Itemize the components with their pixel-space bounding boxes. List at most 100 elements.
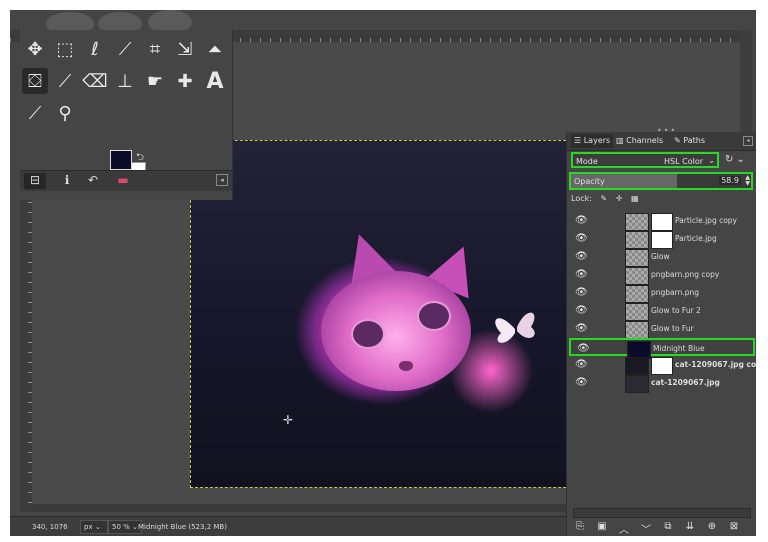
delete-layer-icon[interactable]: ⊠: [725, 521, 743, 532]
toolbox-menu-icon[interactable]: ◂: [216, 174, 228, 186]
duplicate-layer-icon[interactable]: ⧉: [659, 521, 677, 532]
layer-row[interactable]: 👁 cat-1209067.jpg copy: [569, 356, 756, 375]
layer-row[interactable]: 👁 Glow to Fur: [569, 320, 755, 339]
new-layer-group-icon[interactable]: ▣: [593, 521, 611, 532]
layer-thumbnail: [625, 375, 649, 393]
layer-thumbnail: [625, 285, 649, 303]
foreground-color-swatch[interactable]: [110, 150, 132, 170]
new-layer-icon[interactable]: ⎘: [571, 521, 589, 532]
undo-history-tab-icon[interactable]: ↶: [82, 173, 104, 189]
mode-row: Mode HSL Color ⌄ ↻ ⌄: [569, 152, 755, 170]
composite-mode-icon[interactable]: ↻ ⌄: [725, 154, 745, 165]
tab-paths[interactable]: ✎ Paths: [671, 134, 708, 148]
visibility-eye-icon[interactable]: 👁: [575, 359, 588, 370]
layer-row[interactable]: 👁 Glow to Fur 2: [569, 302, 755, 321]
bucket-fill-icon[interactable]: ⛋: [22, 68, 48, 94]
smudge-icon[interactable]: ☛: [142, 68, 168, 94]
zoom-select[interactable]: 50 % ⌄: [108, 520, 142, 534]
layer-thumbnail: [625, 357, 649, 375]
layer-list-scrollbar[interactable]: [573, 508, 751, 518]
layer-row[interactable]: 👁 Particle.jpg copy: [569, 212, 755, 231]
toolbox-tab-bar: ⊟ ℹ ↶ ▬ ◂: [20, 170, 232, 191]
eraser-icon[interactable]: ⌫: [82, 68, 108, 94]
rect-select-icon[interactable]: ⬚: [52, 36, 78, 62]
tab-layers[interactable]: ☰ Layers: [571, 134, 614, 148]
paintbrush-icon[interactable]: ⟋: [52, 68, 78, 94]
lock-row: Lock: ✎ ✛ ▦: [571, 194, 645, 208]
dock-menu-icon[interactable]: ◂: [743, 136, 753, 146]
raise-layer-icon[interactable]: ︿: [615, 521, 633, 536]
layers-dock: ••• ☰ Layers ▥ Channels ✎ Paths ◂ Mode H…: [566, 126, 756, 536]
opacity-slider[interactable]: Opacity 58.9 ▲ ▼: [569, 172, 753, 190]
layer-thumbnail: [625, 213, 649, 231]
horizontal-scrollbar[interactable]: [32, 504, 566, 512]
swap-colors-icon[interactable]: ⮌: [136, 150, 144, 167]
mode-select[interactable]: Mode HSL Color ⌄: [571, 152, 719, 168]
heal-icon[interactable]: ✚: [172, 68, 198, 94]
layer-row[interactable]: 👁 Particle.jpg: [569, 230, 755, 249]
lock-label: Lock:: [571, 194, 592, 203]
opacity-label: Opacity: [574, 177, 605, 186]
unit-select[interactable]: px ⌄: [80, 520, 108, 534]
lower-layer-icon[interactable]: ﹀: [637, 521, 655, 536]
mode-label: Mode: [576, 157, 598, 166]
move-tool-icon[interactable]: ✥: [22, 36, 48, 62]
free-select-icon[interactable]: ℓ: [82, 36, 108, 62]
add-mask-icon[interactable]: ⊕: [703, 521, 721, 532]
visibility-eye-icon[interactable]: 👁: [575, 305, 588, 316]
visibility-eye-icon[interactable]: 👁: [575, 377, 588, 388]
unified-transform-icon[interactable]: ⇲: [172, 36, 198, 62]
visibility-eye-icon[interactable]: 👁: [575, 215, 588, 226]
status-message: Midnight Blue (523,2 MB): [138, 523, 227, 531]
layer-row[interactable]: 👁 cat-1209067.jpg: [569, 374, 755, 393]
zoom-icon[interactable]: ⚲: [52, 100, 78, 126]
opacity-spin-icon[interactable]: ▲ ▼: [745, 175, 750, 187]
text-tool-icon[interactable]: A: [202, 68, 228, 94]
lock-alpha-icon[interactable]: ▦: [631, 194, 639, 203]
layer-thumbnail: [625, 231, 649, 249]
color-picker-icon[interactable]: ⟋: [22, 100, 48, 126]
layer-row[interactable]: 👁 pngbarn.png: [569, 284, 755, 303]
layer-row-selected[interactable]: 👁 Midnight Blue: [569, 338, 755, 359]
cat-nose: [399, 361, 413, 371]
layer-buttons: ⎘ ▣ ︿ ﹀ ⧉ ⇊ ⊕ ⊠: [567, 520, 756, 536]
lock-position-icon[interactable]: ✛: [616, 194, 623, 203]
move-cursor-icon: ✛: [283, 413, 294, 427]
visibility-eye-icon[interactable]: 👁: [575, 251, 588, 262]
lock-pixels-icon[interactable]: ✎: [600, 194, 607, 203]
tool-options-tab-icon[interactable]: ⊟: [24, 173, 46, 189]
image-canvas[interactable]: ✛: [190, 140, 586, 488]
chevron-down-icon: ⌄: [708, 156, 715, 165]
zoom-value: 50 %: [112, 523, 130, 531]
gimp-window: ✛ ✥ ⬚ ℓ ⟋ ⌗ ⇲ ⏶ ⛋ ⟋ ⌫ ⊥ ☛ ✚ A ⟋ ⚲ ⮌ ◩ ⊟ …: [10, 10, 756, 536]
visibility-eye-icon[interactable]: 👁: [575, 323, 588, 334]
images-tab-icon[interactable]: ▬: [112, 173, 134, 189]
layer-name: Glow to Fur: [651, 324, 694, 333]
layer-name: pngbarn.png copy: [651, 270, 720, 279]
warp-icon[interactable]: ⏶: [202, 36, 228, 62]
crop-icon[interactable]: ⌗: [142, 36, 168, 62]
wilber-logo: [46, 10, 192, 32]
visibility-eye-icon[interactable]: 👁: [575, 287, 588, 298]
layer-name: Midnight Blue: [653, 344, 705, 353]
layer-thumbnail: [625, 303, 649, 321]
clone-icon[interactable]: ⊥: [112, 68, 138, 94]
layer-name: cat-1209067.jpg copy: [675, 360, 756, 369]
cat-eye-right: [417, 301, 451, 331]
cat-face: [321, 271, 471, 391]
dock-tabs: ☰ Layers ▥ Channels ✎ Paths ◂: [567, 132, 756, 151]
visibility-eye-icon[interactable]: 👁: [575, 233, 588, 244]
layer-row[interactable]: 👁 Glow: [569, 248, 755, 267]
tab-channels[interactable]: ▥ Channels: [613, 134, 666, 148]
mode-value: HSL Color: [664, 157, 703, 166]
visibility-eye-icon[interactable]: 👁: [575, 269, 588, 280]
tab-channels-label: Channels: [626, 136, 664, 145]
layer-row[interactable]: 👁 pngbarn.png copy: [569, 266, 755, 285]
fuzzy-select-icon[interactable]: ⟋: [112, 36, 138, 62]
opacity-value[interactable]: 58.9: [719, 176, 741, 185]
layer-name: Glow: [651, 252, 670, 261]
visibility-eye-icon[interactable]: 👁: [577, 343, 590, 354]
device-status-tab-icon[interactable]: ℹ: [56, 173, 78, 189]
layer-thumbnail: [625, 321, 649, 339]
anchor-layer-icon[interactable]: ⇊: [681, 521, 699, 532]
